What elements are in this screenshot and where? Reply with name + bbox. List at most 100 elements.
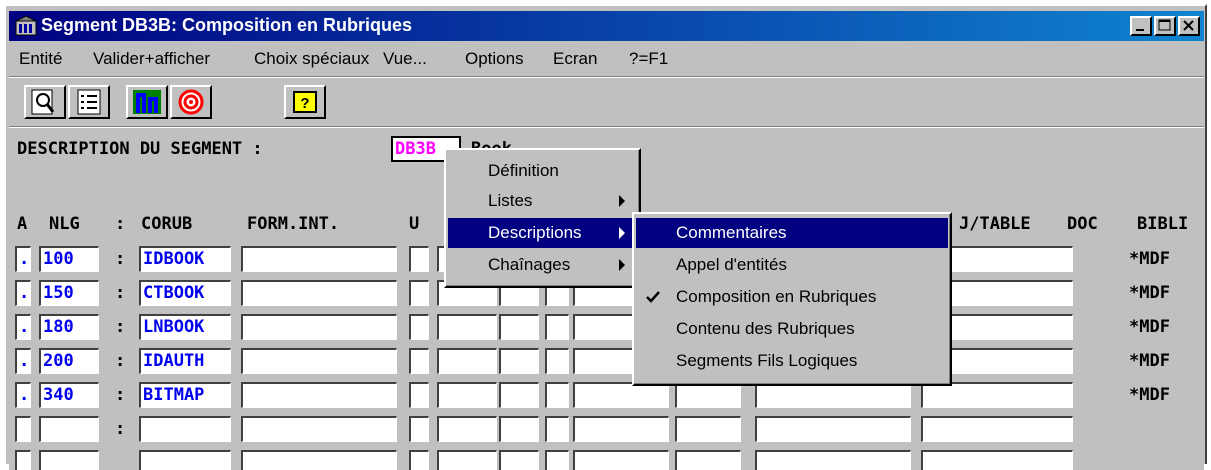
row-field[interactable] [675,450,741,470]
row-corub-field[interactable]: IDAUTH [139,348,231,374]
row-nlg-field[interactable]: 200 [39,348,99,374]
row-u-field[interactable] [409,382,429,408]
menu-bar: Entité Valider+afficher Choix spéciaux V… [9,44,1204,74]
submenu-item-appel-entites[interactable]: Appel d'entités [636,250,948,280]
row-action-field[interactable]: . [15,348,31,374]
menu-choix-speciaux[interactable]: Choix spéciaux [254,49,369,69]
submenu-item-commentaires[interactable]: Commentaires [636,218,948,248]
menu-vue[interactable]: Vue... [383,49,427,69]
row-field[interactable] [499,314,539,340]
row-field[interactable] [545,314,569,340]
row-u-field[interactable] [409,416,429,442]
submenu-arrow-icon [619,259,625,271]
row-action-field[interactable]: . [15,382,31,408]
context-item-listes[interactable]: Listes [448,186,637,216]
row-formint-field[interactable] [241,382,397,408]
row-field[interactable] [675,416,741,442]
row-bibli: *MDF [1129,283,1170,303]
row-bibli: *MDF [1129,317,1170,337]
help-button[interactable]: ? [284,85,326,119]
row-field[interactable] [499,450,539,470]
row-field[interactable] [573,450,669,470]
close-button[interactable] [1178,16,1200,36]
row-field[interactable] [499,382,539,408]
row-field[interactable] [545,348,569,374]
row-field[interactable] [545,382,569,408]
submenu-item-segments-fils[interactable]: Segments Fils Logiques [636,346,948,376]
context-item-label: Listes [488,191,533,210]
app-icon[interactable] [15,15,37,37]
row-action-field[interactable]: . [15,280,31,306]
list-button[interactable] [68,85,110,119]
row-formint-field[interactable] [241,450,397,470]
row-corub-field[interactable] [139,450,231,470]
target-button[interactable] [170,85,212,119]
minimize-button[interactable] [1130,16,1152,36]
row-nlg-field[interactable]: 100 [39,246,99,272]
row-action-field[interactable]: . [15,246,31,272]
row-table-field[interactable] [921,450,1073,470]
row-u-field[interactable] [409,314,429,340]
row-action-field[interactable] [15,450,31,470]
row-field[interactable] [545,450,569,470]
context-item-label: Chaînages [488,255,571,274]
title-bar[interactable]: Segment DB3B: Composition en Rubriques [9,11,1204,41]
row-field[interactable] [437,314,497,340]
context-item-definition[interactable]: Définition [448,156,637,186]
search-doc-button[interactable] [24,85,66,119]
row-formint-field[interactable] [241,246,397,272]
menu-options[interactable]: Options [465,49,524,69]
row-nlg-field[interactable] [39,416,99,442]
context-item-chainages[interactable]: Chaînages [448,250,637,280]
submenu-item-composition-rubriques[interactable]: Composition en Rubriques [636,282,948,312]
row-u-field[interactable] [409,246,429,272]
minimize-icon [1136,29,1144,31]
row-formint-field[interactable] [241,416,397,442]
row-field[interactable] [499,416,539,442]
row-corub-field[interactable]: IDBOOK [139,246,231,272]
row-field[interactable] [437,382,497,408]
row-table-field[interactable] [921,416,1073,442]
context-item-descriptions[interactable]: Descriptions [448,218,637,248]
row-formint-field[interactable] [241,314,397,340]
menu-valider-afficher[interactable]: Valider+afficher [93,49,210,69]
row-field[interactable] [437,450,497,470]
menu-entite[interactable]: Entité [19,49,62,69]
row-nlg-field[interactable]: 180 [39,314,99,340]
row-corub-field[interactable]: CTBOOK [139,280,231,306]
description-label: DESCRIPTION DU SEGMENT : [17,139,263,159]
row-nlg-field[interactable]: 150 [39,280,99,306]
row-field[interactable] [499,348,539,374]
maximize-button[interactable] [1154,16,1176,36]
row-formint-field[interactable] [241,280,397,306]
row-field[interactable] [573,314,633,340]
row-corub-field[interactable]: BITMAP [139,382,231,408]
row-action-field[interactable] [15,416,31,442]
menu-ecran[interactable]: Ecran [553,49,597,69]
row-field[interactable] [545,416,569,442]
header-u: U [409,214,420,234]
context-item-label: Définition [488,161,559,180]
row-field[interactable] [437,348,497,374]
row-nlg-field[interactable] [39,450,99,470]
row-corub-field[interactable]: LNBOOK [139,314,231,340]
submenu-item-label: Composition en Rubriques [676,287,877,306]
search-doc-icon [31,89,55,115]
submenu-item-contenu-rubriques[interactable]: Contenu des Rubriques [636,314,948,344]
graph-button[interactable] [126,85,168,119]
row-nlg-field[interactable]: 340 [39,382,99,408]
row-field[interactable] [573,416,669,442]
row-corub-field[interactable] [139,416,231,442]
row-u-field[interactable] [409,348,429,374]
row-field[interactable] [755,450,911,470]
help-icon: ? [293,91,317,113]
row-field[interactable] [755,416,911,442]
submenu-item-label: Segments Fils Logiques [676,351,858,370]
row-action-field[interactable]: . [15,314,31,340]
row-field[interactable] [437,416,497,442]
menu-help-f1[interactable]: ?=F1 [629,49,668,69]
row-field[interactable] [573,348,633,374]
row-formint-field[interactable] [241,348,397,374]
row-u-field[interactable] [409,280,429,306]
row-u-field[interactable] [409,450,429,470]
